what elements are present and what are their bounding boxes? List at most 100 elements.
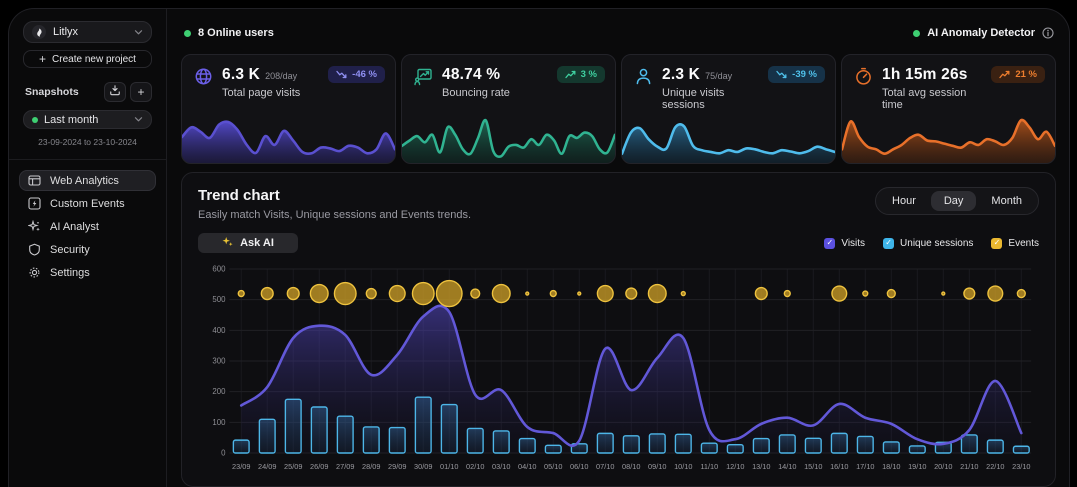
events-bubble xyxy=(578,292,581,295)
snapshot-selected-value: Last month xyxy=(44,114,128,126)
unique-sessions-bar xyxy=(493,431,509,453)
unique-sessions-bar xyxy=(675,434,691,453)
events-bubble xyxy=(887,290,895,298)
events-bubble xyxy=(597,286,613,302)
sidebar-item-ai-analyst[interactable]: AI Analyst xyxy=(19,216,156,237)
stat-change-badge: 3 % xyxy=(557,66,605,83)
trend-chart-card: Trend chart Easily match Visits, Unique … xyxy=(181,172,1056,487)
x-axis-tick: 27/09 xyxy=(336,462,354,471)
x-axis-tick: 22/10 xyxy=(986,462,1004,471)
badge-value: 3 % xyxy=(581,69,597,80)
anomaly-dot-icon xyxy=(913,30,920,37)
topbar: 8 Online users AI Anomaly Detector xyxy=(181,21,1056,45)
stat-change-badge: -39 % xyxy=(768,66,825,83)
download-icon xyxy=(109,85,121,99)
trend-up-icon xyxy=(999,70,1010,79)
x-axis-tick: 11/10 xyxy=(700,462,718,471)
sidebar-item-settings[interactable]: Settings xyxy=(19,262,156,283)
plus-icon: + xyxy=(39,53,46,65)
events-bubble xyxy=(681,292,685,296)
events-bubble xyxy=(366,289,376,299)
info-icon[interactable] xyxy=(1042,27,1054,39)
bounce-icon xyxy=(414,67,433,86)
x-axis-tick: 07/10 xyxy=(596,462,614,471)
events-bubble xyxy=(389,286,405,302)
anomaly-detector-text: AI Anomaly Detector xyxy=(927,27,1035,39)
events-bubble xyxy=(1017,290,1025,298)
snapshots-header: Snapshots + xyxy=(25,82,152,102)
unique-sessions-bar xyxy=(649,434,665,453)
y-axis-tick: 100 xyxy=(212,418,226,427)
unique-sessions-bar xyxy=(961,435,977,453)
main-content: 8 Online users AI Anomaly Detector 6.3 K… xyxy=(167,9,1069,487)
stat-sparkline xyxy=(622,109,835,163)
x-axis-tick: 25/09 xyxy=(284,462,302,471)
trend-header: Trend chart Easily match Visits, Unique … xyxy=(198,187,1039,221)
events-bubble xyxy=(832,286,847,301)
plus-icon: + xyxy=(137,85,144,99)
x-axis-tick: 19/10 xyxy=(908,462,926,471)
badge-value: -39 % xyxy=(792,69,817,80)
unique-sessions-bar xyxy=(441,405,457,453)
snapshot-range-selector[interactable]: Last month xyxy=(23,110,152,129)
globe-icon xyxy=(194,67,213,86)
stat-value: 2.3 K xyxy=(662,66,700,84)
badge-value: 21 % xyxy=(1015,69,1037,80)
events-bubble xyxy=(471,289,480,298)
unique-sessions-bar xyxy=(857,436,873,453)
legend-item-visits: ✓Visits xyxy=(824,238,865,249)
create-project-button[interactable]: + Create new project xyxy=(23,50,152,68)
events-bubble xyxy=(261,288,273,300)
stat-card-total-page-visits: 6.3 K208/dayTotal page visits-46 % xyxy=(181,54,396,164)
sidebar-menu: Web Analytics Custom Events AI AnalystSecu… xyxy=(19,170,156,283)
tab-month[interactable]: Month xyxy=(978,191,1035,211)
tab-day[interactable]: Day xyxy=(931,191,977,211)
checkbox-events[interactable]: ✓ xyxy=(991,238,1002,249)
stat-card-total-avg-session-time: 1h 15m 26sTotal avg session time21 % xyxy=(841,54,1056,164)
sidebar-item-custom-events[interactable]: Custom Events xyxy=(19,193,156,214)
unique-sessions-bar xyxy=(389,428,405,453)
litlyx-logo-icon xyxy=(32,25,46,39)
x-axis-tick: 04/10 xyxy=(518,462,536,471)
y-axis-tick: 300 xyxy=(212,356,226,365)
trend-title: Trend chart xyxy=(198,187,471,204)
web-analytics-icon xyxy=(28,174,41,187)
events-bubble xyxy=(526,292,529,295)
events-bubble xyxy=(784,291,790,297)
sidebar-item-web-analytics[interactable]: Web Analytics xyxy=(19,170,156,191)
ask-ai-button[interactable]: Ask AI xyxy=(198,233,298,253)
stat-card-bouncing-rate: 48.74 %Bouncing rate3 % xyxy=(401,54,616,164)
trend-toolbar: Ask AI ✓Visits✓Unique sessions✓Events xyxy=(198,233,1039,253)
project-selector[interactable]: Litlyx xyxy=(23,21,152,43)
x-axis-tick: 26/09 xyxy=(310,462,328,471)
events-bubble xyxy=(550,291,556,297)
checkbox-unique-sessions[interactable]: ✓ xyxy=(883,238,894,249)
sidebar-item-label: Custom Events xyxy=(50,198,125,210)
export-snapshot-button[interactable] xyxy=(104,82,126,102)
trend-down-icon xyxy=(336,70,347,79)
create-project-label: Create new project xyxy=(52,54,136,65)
legend-label: Unique sessions xyxy=(900,238,973,249)
sidebar-item-security[interactable]: Security xyxy=(19,239,156,260)
sidebar-divider xyxy=(9,159,166,160)
x-axis-tick: 16/10 xyxy=(830,462,848,471)
x-axis-tick: 20/10 xyxy=(934,462,952,471)
stat-change-badge: 21 % xyxy=(991,66,1045,83)
events-bubble xyxy=(287,288,299,300)
add-snapshot-button[interactable]: + xyxy=(130,82,152,102)
sidebar-item-label: Web Analytics xyxy=(50,175,119,187)
tab-hour[interactable]: Hour xyxy=(879,191,929,211)
legend-item-events: ✓Events xyxy=(991,238,1039,249)
x-axis-tick: 23/09 xyxy=(232,462,250,471)
unique-sessions-bar xyxy=(1013,446,1029,453)
x-axis-tick: 03/10 xyxy=(492,462,510,471)
trend-chart-canvas[interactable]: 010020030040050060023/0924/0925/0926/092… xyxy=(198,261,1039,483)
anomaly-detector: AI Anomaly Detector xyxy=(913,27,1054,39)
ask-ai-label: Ask AI xyxy=(240,237,274,249)
x-axis-tick: 08/10 xyxy=(622,462,640,471)
online-users: 8 Online users xyxy=(184,27,274,39)
checkbox-visits[interactable]: ✓ xyxy=(824,238,835,249)
events-bubble xyxy=(988,286,1003,301)
stat-value: 1h 15m 26s xyxy=(882,66,968,84)
y-axis-tick: 600 xyxy=(212,264,226,273)
